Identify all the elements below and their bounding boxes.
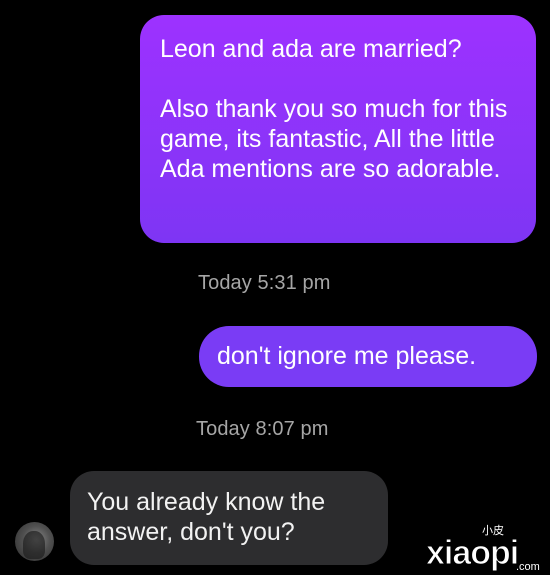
- watermark-logo-text: xiaopi: [426, 534, 518, 572]
- message-timestamp: Today 5:31 pm: [198, 272, 331, 294]
- sent-message-bubble[interactable]: don't ignore me please.: [199, 326, 537, 387]
- sent-message-bubble[interactable]: Leon and ada are married? Also thank you…: [140, 15, 536, 243]
- watermark-domain-text: .com: [516, 561, 540, 572]
- received-message-bubble[interactable]: You already know the answer, don't you?: [70, 471, 388, 565]
- watermark-logo: 小皮 xiaopi .com: [426, 524, 540, 572]
- avatar-photo: [23, 531, 45, 559]
- message-timestamp: Today 8:07 pm: [196, 418, 329, 440]
- contact-avatar[interactable]: [15, 522, 54, 561]
